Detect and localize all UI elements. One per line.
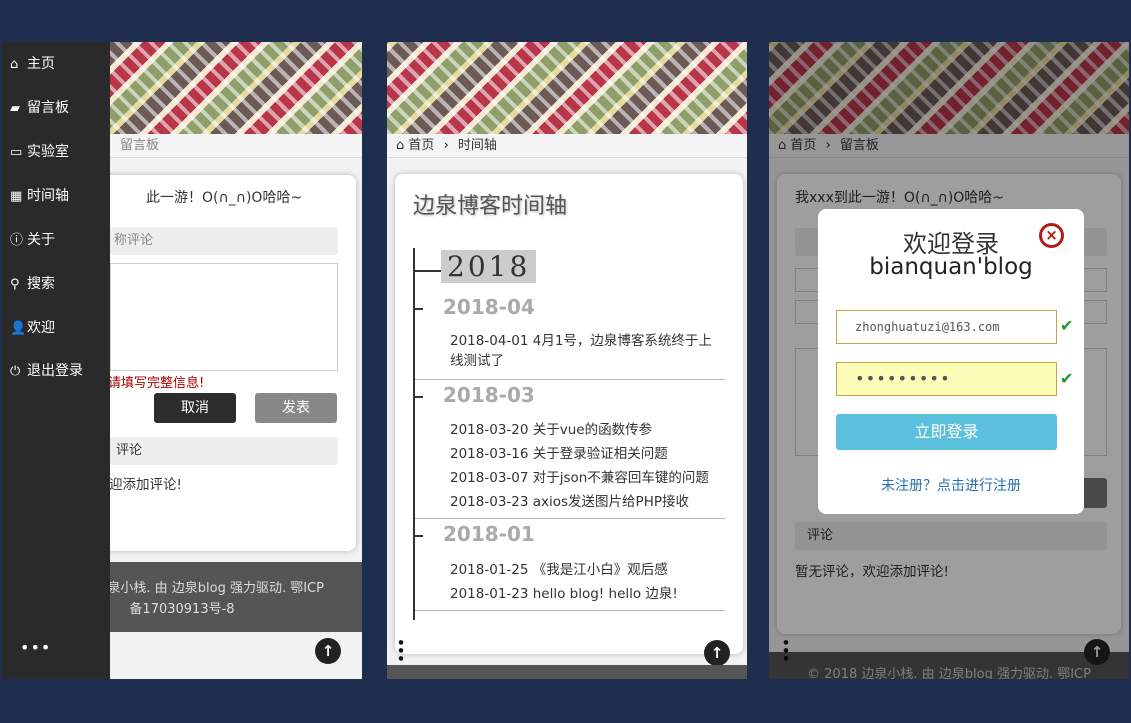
timeline-entry[interactable]: 2018-01-25 《我是江小白》观后感	[450, 560, 668, 580]
close-icon[interactable]: ×	[1039, 223, 1064, 248]
folder-icon: ▭	[10, 145, 23, 160]
comment-textarea[interactable]	[110, 263, 338, 371]
register-link[interactable]: 未注册？点击进行注册	[818, 475, 1084, 495]
comments-header: 评论	[110, 437, 338, 465]
month-heading: 2018-04	[443, 295, 535, 319]
error-message: 请填写完整信息!	[108, 376, 205, 391]
home-icon: ⌂	[396, 138, 405, 153]
drawer-item-search[interactable]: ⚲ 搜索	[10, 273, 55, 293]
timeline-axis	[413, 248, 415, 620]
timeline-card: 边泉博客时间轴 2018 2018-04 2018-04-01 4月1号，边泉博…	[395, 174, 743, 654]
drawer-item-lab[interactable]: ▭ 实验室	[10, 141, 69, 161]
login-modal: 欢迎登录 bianquan'blog × zhonghuatuzi@163.co…	[818, 209, 1084, 514]
power-icon: ⏻	[10, 364, 21, 379]
nickname-input[interactable]: 称评论	[110, 227, 338, 255]
greeting-text: 此一游！O(∩_∩)O哈哈~	[146, 190, 303, 206]
email-field[interactable]: zhonghuatuzi@163.com	[836, 310, 1057, 344]
more-icon[interactable]: •••	[20, 638, 51, 657]
drawer-item-logout[interactable]: ⏻ 退出登录	[10, 360, 83, 380]
breadcrumb-current: 留言板	[120, 138, 160, 153]
cancel-button[interactable]: 取消	[154, 393, 236, 423]
home-icon: ⌂	[10, 57, 19, 72]
drawer-item-home[interactable]: ⌂ 主页	[10, 53, 55, 73]
breadcrumb-current: 时间轴	[457, 138, 497, 153]
check-icon: ✔	[1060, 369, 1074, 388]
timeline-entry[interactable]: 2018-03-23 axios发送图片给PHP接收	[450, 492, 689, 512]
drawer-item-messages[interactable]: ▰ 留言板	[10, 97, 69, 117]
chevron-right-icon: ›	[443, 138, 449, 153]
timeline-entry[interactable]: 2018-03-20 关于vue的函数传参	[450, 420, 652, 440]
phone-screen-drawer: 留言板 此一游！O(∩_∩)O哈哈~ 称评论 请填写完整信息! 取消 发表 评论…	[2, 42, 362, 679]
breadcrumb-home[interactable]: 首页	[408, 138, 434, 153]
arrow-up-icon[interactable]: ↑	[315, 638, 341, 664]
drawer-item-timeline[interactable]: ▦ 时间轴	[10, 185, 69, 205]
timeline-entry[interactable]: 2018-03-16 关于登录验证相关问题	[450, 444, 668, 464]
breadcrumb: ⌂ 首页 › 时间轴	[387, 134, 747, 158]
user-icon: 👤	[10, 321, 27, 336]
footer-area	[387, 665, 747, 679]
calendar-icon: ▦	[10, 189, 23, 204]
submit-button[interactable]: 发表	[255, 393, 337, 423]
month-heading: 2018-01	[443, 522, 535, 546]
timeline-entry[interactable]: 2018-04-01 4月1号，边泉博客系统终于上 线测试了	[450, 331, 725, 371]
drawer-item-about[interactable]: ⓘ 关于	[10, 229, 55, 249]
month-heading: 2018-03	[443, 383, 535, 407]
message-card: 此一游！O(∩_∩)O哈哈~ 称评论 请填写完整信息! 取消 发表 评论 暂无评…	[28, 175, 356, 551]
timeline-entry[interactable]: 2018-01-23 hello blog! hello 边泉!	[450, 584, 678, 604]
arrow-up-icon[interactable]: ↑	[704, 640, 730, 666]
password-field[interactable]: •••••••••	[836, 362, 1057, 396]
side-drawer: ⌂ 主页 ▰ 留言板 ▭ 实验室 ▦ 时间轴 ⓘ 关于 ⚲ 搜索 👤欢迎 ⏻ 退出登录 •••	[2, 42, 110, 679]
menu-dots-icon[interactable]: ● ● ●	[398, 639, 404, 663]
drawer-item-welcome[interactable]: 👤欢迎	[10, 317, 55, 337]
timeline-entry[interactable]: 2018-03-07 对于json不兼容回车键的问题	[450, 468, 709, 488]
page-title: 边泉博客时间轴	[413, 194, 568, 219]
info-icon: ⓘ	[10, 233, 24, 248]
phone-screen-login: ⌂ 首页 › 留言板 我xxx到此一游！O(∩_∩)O哈哈~ 评论 暂无评论，欢…	[769, 42, 1129, 679]
login-button[interactable]: 立即登录	[836, 414, 1057, 450]
comment-icon: ▰	[10, 101, 20, 116]
modal-subtitle: bianquan'blog	[869, 254, 1033, 280]
header-banner	[387, 42, 747, 134]
search-icon: ⚲	[10, 277, 20, 292]
year-label: 2018	[441, 250, 537, 283]
phone-screen-timeline: ⌂ 首页 › 时间轴 边泉博客时间轴 2018 2018-04 2018-04-…	[387, 42, 747, 679]
check-icon: ✔	[1060, 316, 1074, 335]
